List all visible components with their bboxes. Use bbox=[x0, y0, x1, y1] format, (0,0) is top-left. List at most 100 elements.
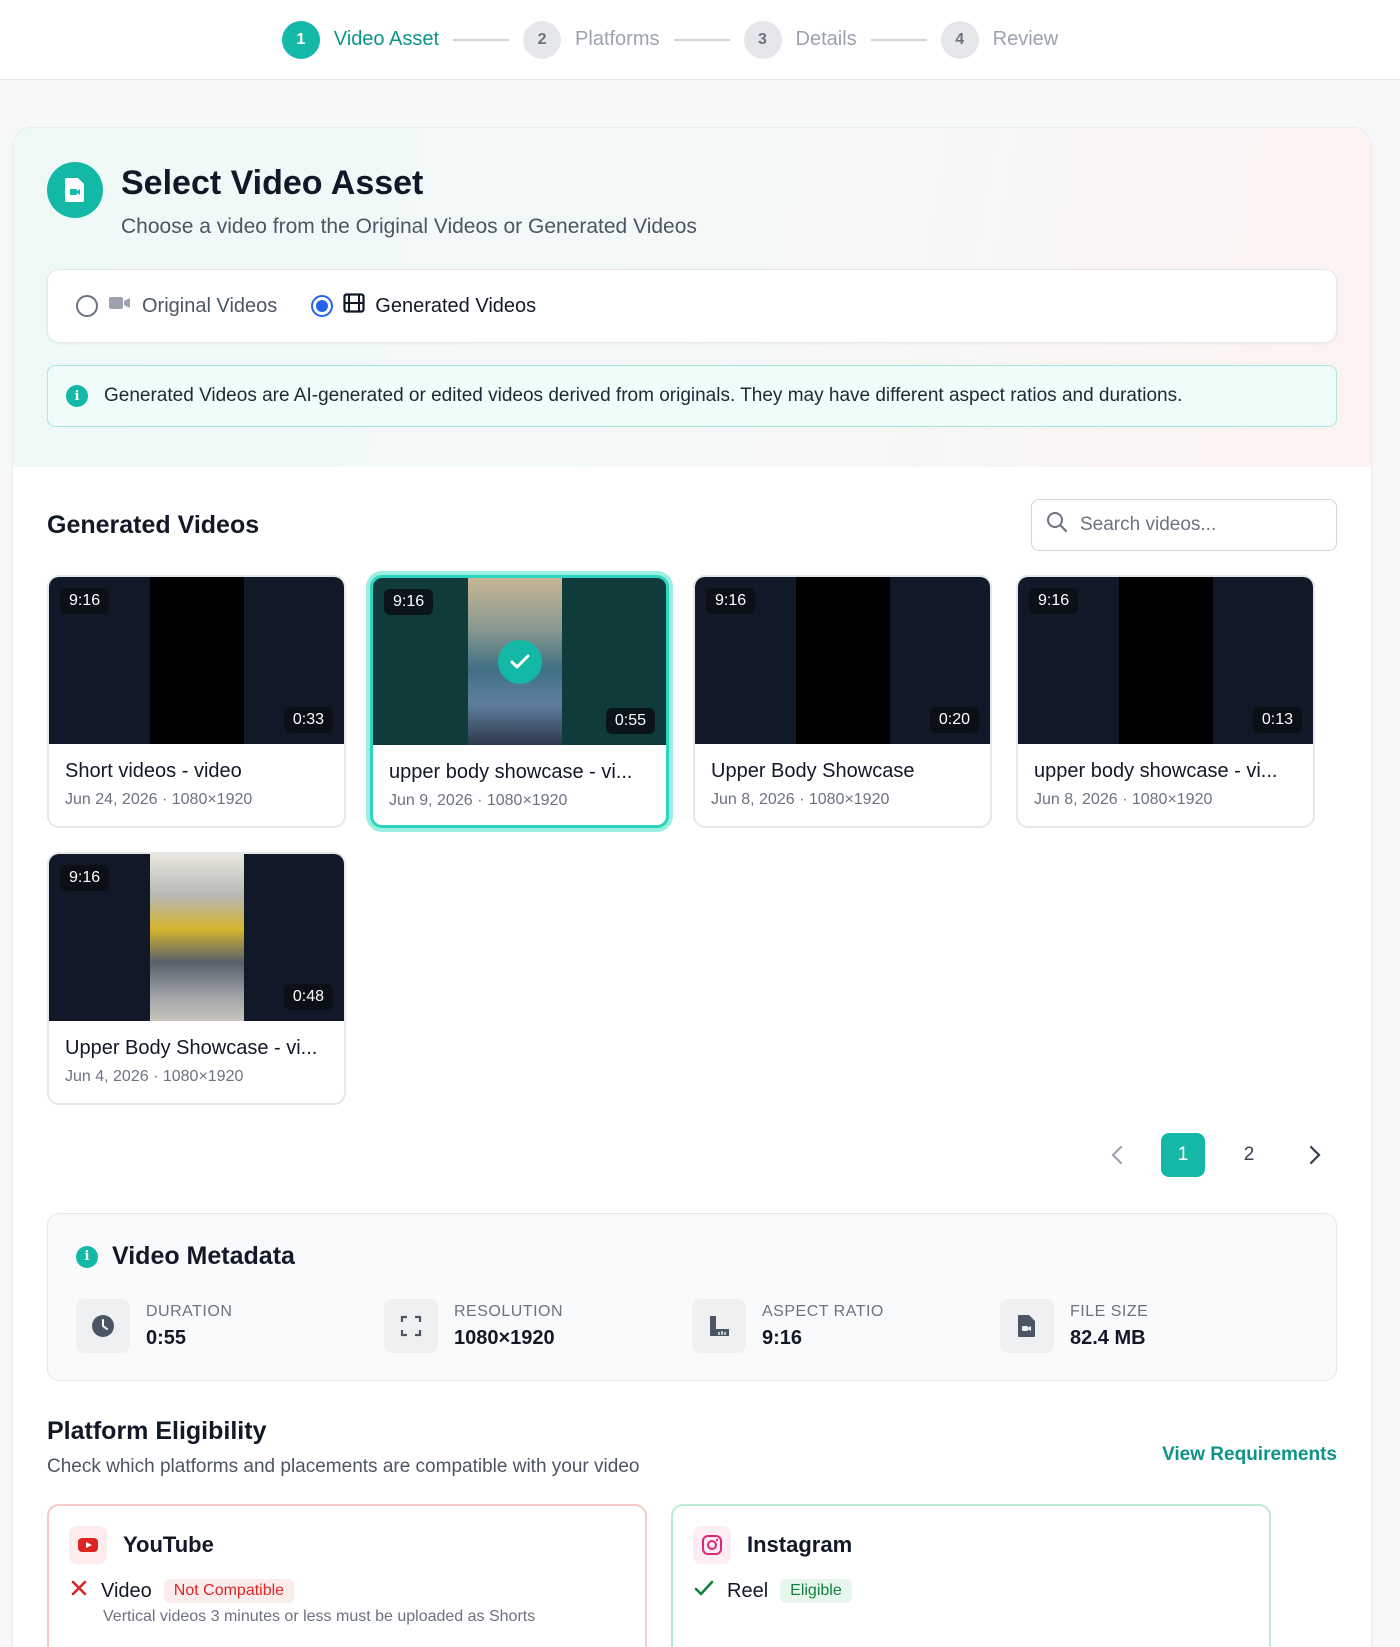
youtube-eligibility-card: YouTube Video Not Compatible Vertical vi… bbox=[47, 1504, 647, 1647]
search-placeholder: Search videos... bbox=[1080, 514, 1217, 535]
aspect-ratio-badge: 9:16 bbox=[60, 865, 110, 891]
aspect-ratio-badge: 9:16 bbox=[60, 588, 110, 614]
checkmark-icon bbox=[497, 639, 542, 684]
metadata-resolution: RESOLUTION 1080×1920 bbox=[384, 1299, 692, 1353]
metadata-label: ASPECT RATIO bbox=[762, 1302, 884, 1320]
video-name: Short videos - video bbox=[65, 760, 242, 782]
radio-label: Original Videos bbox=[142, 294, 278, 317]
step-platforms[interactable]: 2 Platforms bbox=[523, 20, 660, 59]
step-label: Platforms bbox=[575, 28, 660, 50]
duration-badge: 0:33 bbox=[283, 707, 333, 733]
radio-generated-videos[interactable]: Generated Videos bbox=[311, 293, 536, 319]
info-text: Generated Videos are AI-generated or edi… bbox=[104, 385, 1183, 406]
duration-badge: 0:13 bbox=[1252, 707, 1302, 733]
video-name: Upper Body Showcase - vi... bbox=[65, 1037, 318, 1059]
chevron-left-icon bbox=[1111, 1145, 1123, 1165]
page-button-1[interactable]: 1 bbox=[1161, 1133, 1205, 1177]
video-thumbnail: 9:16 0:48 bbox=[49, 854, 344, 1021]
placement-row: Video Not Compatible bbox=[69, 1578, 625, 1604]
step-label: Video Asset bbox=[333, 28, 440, 50]
wizard-stepper: 1 Video Asset 2 Platforms 3 Details 4 Re… bbox=[0, 0, 1400, 80]
video-thumbnail: 9:16 0:55 bbox=[373, 578, 666, 745]
file-icon bbox=[1000, 1299, 1054, 1353]
video-name: upper body showcase - vi... bbox=[1034, 760, 1278, 782]
step-label: Review bbox=[992, 28, 1059, 50]
step-video-asset[interactable]: 1 Video Asset bbox=[281, 20, 440, 59]
step-review[interactable]: 4 Review bbox=[940, 20, 1059, 59]
metadata-value: 1080×1920 bbox=[454, 1326, 555, 1349]
hero-section: Select Video Asset Choose a video from t… bbox=[13, 128, 1371, 467]
aspect-ratio-badge: 9:16 bbox=[384, 589, 434, 615]
chevron-right-icon bbox=[1309, 1145, 1321, 1165]
section-title: Generated Videos bbox=[47, 510, 260, 539]
view-requirements-link[interactable]: View Requirements bbox=[1162, 1444, 1337, 1466]
video-card-selected[interactable]: 9:16 0:55 upper body showcase - vi... Ju… bbox=[370, 575, 669, 828]
radio-button[interactable] bbox=[76, 295, 98, 317]
step-number: 2 bbox=[523, 20, 562, 59]
platform-name: YouTube bbox=[123, 1532, 214, 1557]
status-badge: Eligible bbox=[780, 1579, 852, 1603]
status-badge: Not Compatible bbox=[163, 1579, 295, 1603]
video-metadata-panel: i Video Metadata DURATION 0:55 RESOLUTIO… bbox=[47, 1213, 1337, 1381]
prev-page-button[interactable] bbox=[1095, 1133, 1139, 1177]
duration-badge: 0:55 bbox=[605, 708, 655, 734]
page-button-2[interactable]: 2 bbox=[1227, 1133, 1271, 1177]
info-banner: i Generated Videos are AI-generated or e… bbox=[47, 365, 1337, 427]
expand-icon bbox=[384, 1299, 438, 1353]
search-icon bbox=[1046, 511, 1068, 539]
video-card[interactable]: 9:16 0:48 Upper Body Showcase - vi... Ju… bbox=[47, 852, 346, 1105]
placement-name: Reel bbox=[727, 1579, 769, 1602]
aspect-ratio-badge: 9:16 bbox=[706, 588, 756, 614]
instagram-eligibility-card: Instagram Reel Eligible bbox=[671, 1504, 1271, 1647]
video-meta: Jun 8, 2026 · 1080×1920 bbox=[711, 791, 890, 808]
step-number: 3 bbox=[743, 20, 782, 59]
video-card[interactable]: 9:16 0:13 upper body showcase - vi... Ju… bbox=[1016, 575, 1315, 828]
check-icon bbox=[693, 1578, 715, 1604]
instagram-icon bbox=[693, 1526, 731, 1564]
platform-name: Instagram bbox=[747, 1532, 853, 1557]
info-icon: i bbox=[76, 1245, 98, 1268]
step-details[interactable]: 3 Details bbox=[743, 20, 857, 59]
ruler-icon bbox=[692, 1299, 746, 1353]
metadata-duration: DURATION 0:55 bbox=[76, 1299, 384, 1353]
source-selector: Original Videos Generated Videos bbox=[47, 269, 1337, 343]
video-meta: Jun 4, 2026 · 1080×1920 bbox=[65, 1068, 244, 1085]
x-icon bbox=[69, 1578, 89, 1604]
aspect-ratio-badge: 9:16 bbox=[1029, 588, 1079, 614]
video-card[interactable]: 9:16 0:20 Upper Body Showcase Jun 8, 202… bbox=[693, 575, 992, 828]
placement-row: Reel Eligible bbox=[693, 1578, 1249, 1604]
film-icon bbox=[343, 293, 365, 319]
step-connector bbox=[453, 38, 510, 41]
video-camera-icon bbox=[108, 294, 132, 318]
youtube-icon bbox=[69, 1526, 107, 1564]
pagination: 1 2 bbox=[47, 1133, 1337, 1177]
step-label: Details bbox=[795, 28, 857, 50]
eligibility-title: Platform Eligibility bbox=[47, 1417, 267, 1445]
clock-icon bbox=[76, 1299, 130, 1353]
metadata-value: 9:16 bbox=[762, 1326, 803, 1349]
metadata-label: FILE SIZE bbox=[1070, 1302, 1149, 1320]
next-page-button[interactable] bbox=[1293, 1133, 1337, 1177]
metadata-value: 82.4 MB bbox=[1070, 1326, 1146, 1349]
radio-button[interactable] bbox=[311, 295, 334, 317]
metadata-file-size: FILE SIZE 82.4 MB bbox=[1000, 1299, 1308, 1353]
radio-original-videos[interactable]: Original Videos bbox=[76, 294, 277, 318]
video-name: upper body showcase - vi... bbox=[389, 761, 633, 783]
video-name: Upper Body Showcase bbox=[711, 760, 915, 782]
step-number: 4 bbox=[940, 20, 979, 59]
video-meta: Jun 9, 2026 · 1080×1920 bbox=[389, 792, 568, 809]
metadata-title: Video Metadata bbox=[112, 1242, 295, 1270]
metadata-aspect-ratio: ASPECT RATIO 9:16 bbox=[692, 1299, 1000, 1353]
select-video-card: Select Video Asset Choose a video from t… bbox=[12, 127, 1372, 1647]
step-connector bbox=[870, 38, 927, 41]
page-subtitle: Choose a video from the Original Videos … bbox=[121, 215, 697, 238]
video-thumbnail: 9:16 0:13 bbox=[1018, 577, 1313, 744]
metadata-label: DURATION bbox=[146, 1302, 233, 1320]
search-input[interactable]: Search videos... bbox=[1031, 499, 1337, 551]
metadata-label: RESOLUTION bbox=[454, 1302, 564, 1320]
video-meta: Jun 8, 2026 · 1080×1920 bbox=[1034, 791, 1213, 808]
placement-name: Video bbox=[101, 1579, 152, 1602]
video-card[interactable]: 9:16 0:33 Short videos - video Jun 24, 2… bbox=[47, 575, 346, 828]
video-thumbnail: 9:16 0:20 bbox=[695, 577, 990, 744]
radio-label: Generated Videos bbox=[375, 294, 537, 317]
